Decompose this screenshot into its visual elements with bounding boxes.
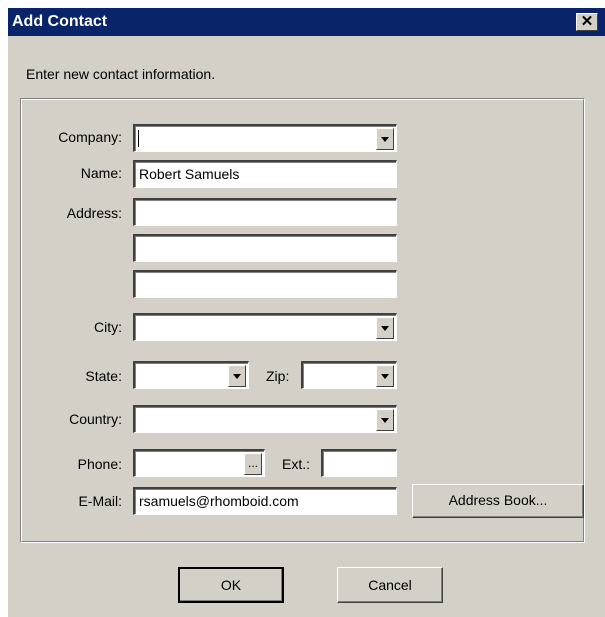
chevron-down-icon[interactable] [376, 317, 394, 339]
city-label: City: [94, 319, 122, 335]
instruction-text: Enter new contact information. [26, 66, 216, 82]
name-value: Robert Samuels [139, 166, 240, 182]
add-contact-dialog: Add Contact ✕ Enter new contact informat… [8, 8, 605, 617]
country-combobox[interactable] [133, 405, 397, 433]
state-label: State: [85, 368, 122, 384]
chevron-down-icon[interactable] [376, 409, 394, 431]
company-label: Company: [58, 129, 122, 145]
address-book-label: Address Book... [448, 492, 548, 508]
dialog-title: Add Contact [12, 13, 108, 30]
name-label: Name: [80, 165, 122, 181]
title-bar: Add Contact ✕ [8, 8, 605, 36]
phone-field[interactable]: ... [133, 449, 265, 477]
address-line2-field[interactable] [133, 234, 397, 262]
phone-label: Phone: [77, 456, 122, 472]
ext-label: Ext.: [282, 456, 311, 472]
close-icon: ✕ [580, 13, 594, 30]
ext-field[interactable] [321, 449, 397, 477]
state-combobox[interactable] [133, 361, 249, 389]
cancel-button[interactable]: Cancel [337, 567, 443, 603]
address-label: Address: [66, 205, 122, 221]
chevron-down-icon[interactable] [376, 365, 394, 387]
zip-label: Zip: [266, 368, 290, 384]
address-book-button[interactable]: Address Book... [412, 484, 584, 518]
ok-label: OK [220, 577, 242, 593]
chevron-down-icon[interactable] [376, 128, 394, 150]
ok-button[interactable]: OK [178, 567, 284, 603]
country-label: Country: [69, 411, 122, 427]
zip-combobox[interactable] [301, 361, 397, 389]
phone-more-button[interactable]: ... [244, 453, 262, 475]
email-value: rsamuels@rhomboid.com [139, 493, 299, 509]
city-combobox[interactable] [133, 313, 397, 341]
close-button[interactable]: ✕ [576, 13, 598, 31]
text-caret [138, 130, 139, 147]
email-label: E-Mail: [78, 493, 122, 509]
cancel-label: Cancel [368, 577, 412, 593]
email-field[interactable]: rsamuels@rhomboid.com [133, 487, 397, 515]
company-combobox[interactable] [133, 124, 397, 152]
address-line3-field[interactable] [133, 270, 397, 298]
address-line1-field[interactable] [133, 198, 397, 226]
name-field[interactable]: Robert Samuels [133, 160, 397, 188]
chevron-down-icon[interactable] [228, 365, 246, 387]
